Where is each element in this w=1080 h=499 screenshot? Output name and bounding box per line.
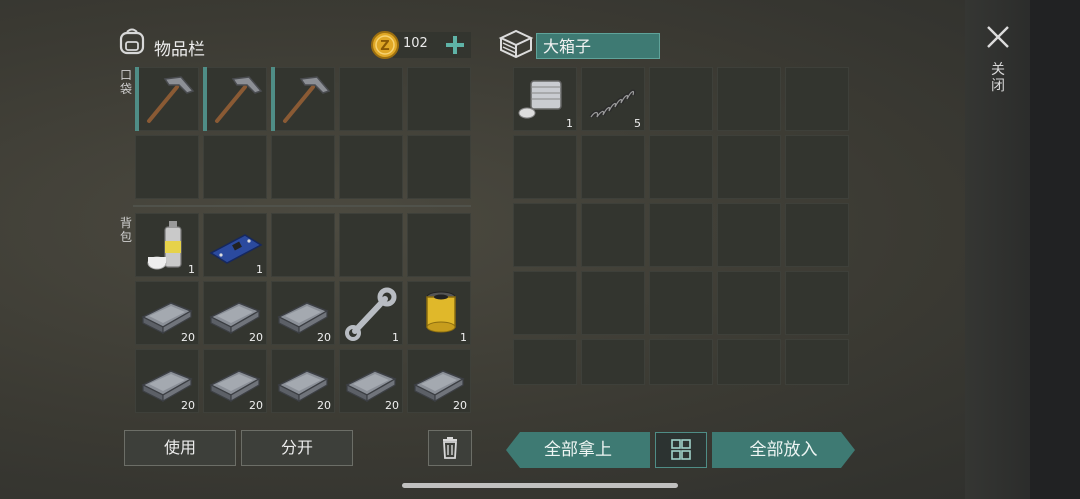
put-all-button[interactable]: 全部放入 [712,432,855,468]
pocket-slot[interactable] [271,135,335,199]
chest-slot[interactable] [513,135,577,199]
svg-text:Z: Z [380,39,389,54]
sort-grid-button[interactable] [655,432,707,468]
chest-name: 大箱子 [536,33,660,59]
chest-slot[interactable] [649,203,713,267]
backpack-slot[interactable]: 20 [135,281,199,345]
chest-icon [498,28,534,60]
item-count: 20 [453,399,467,412]
item-count: 1 [460,331,467,344]
backpack-label: 背包 [119,216,132,244]
item-count: 20 [249,399,263,412]
chest-slot[interactable] [581,271,645,335]
split-button[interactable]: 分开 [241,430,353,466]
item-count: 5 [634,117,641,130]
chest-slot[interactable] [717,67,781,131]
close-label: 关闭 [991,62,1005,94]
add-coins-button[interactable] [444,34,466,56]
backpack-slot[interactable]: 20 [203,281,267,345]
item-count: 20 [249,331,263,344]
item-count: 20 [181,399,195,412]
pocket-slot[interactable] [135,135,199,199]
pocket-slot[interactable] [407,135,471,199]
item-count: 20 [317,331,331,344]
backpack-icon [117,26,147,56]
grid-icon [671,439,691,460]
trash-icon [443,437,457,459]
chest-slot[interactable] [513,271,577,335]
chest-slot[interactable] [649,135,713,199]
chest-slot[interactable] [717,203,781,267]
use-button[interactable]: 使用 [124,430,236,466]
chest-slot[interactable] [785,135,849,199]
backpack-slot[interactable]: 1 [407,281,471,345]
item-count: 1 [392,331,399,344]
take-all-button[interactable]: 全部拿上 [506,432,650,468]
close-icon [987,26,1009,48]
pocket-slot[interactable] [203,135,267,199]
pickaxe-icon [283,76,331,123]
chest-slot[interactable] [785,67,849,131]
trash-button[interactable] [428,430,472,466]
backpack-slot[interactable] [407,213,471,277]
pocket-slot[interactable] [203,67,267,131]
chest-slot[interactable] [717,271,781,335]
pickaxe-icon [215,76,263,123]
backpack-slot[interactable]: 20 [339,349,403,413]
right-strip [1030,0,1080,499]
chest-slot[interactable] [717,135,781,199]
backpack-slot[interactable]: 20 [407,349,471,413]
backpack-slot[interactable]: 1 [203,213,267,277]
backpack-slot[interactable] [271,213,335,277]
item-count: 1 [188,263,195,276]
put-all-label: 全部放入 [749,440,818,460]
close-button[interactable] [985,24,1011,50]
backpack-slot[interactable]: 20 [271,281,335,345]
backpack-slot[interactable]: 20 [135,349,199,413]
chest-slot[interactable] [513,339,577,385]
item-count: 20 [317,399,331,412]
chest-slot[interactable]: 5 [581,67,645,131]
pocket-slot[interactable] [339,67,403,131]
chest-slot[interactable] [581,203,645,267]
backpack-slot[interactable] [339,213,403,277]
pocket-slot[interactable] [135,67,199,131]
section-divider [133,205,471,207]
pocket-label: 口袋 [119,68,132,96]
item-count: 20 [181,331,195,344]
chest-slot[interactable] [581,339,645,385]
pocket-slot[interactable] [407,67,471,131]
coin-icon: Z [370,30,400,60]
take-all-label: 全部拿上 [544,440,612,460]
item-count: 20 [385,399,399,412]
chest-slot[interactable] [581,135,645,199]
chest-slot[interactable] [785,339,849,385]
backpack-slot[interactable]: 20 [271,349,335,413]
pickaxe-icon [147,76,195,123]
chest-slot[interactable] [649,271,713,335]
chest-slot[interactable] [649,339,713,385]
chest-slot[interactable] [649,67,713,131]
chest-slot[interactable] [785,271,849,335]
backpack-slot[interactable]: 20 [203,349,267,413]
chest-slot[interactable] [717,339,781,385]
item-count: 1 [256,263,263,276]
chest-slot[interactable] [785,203,849,267]
chest-slot[interactable] [513,203,577,267]
pocket-slot[interactable] [271,67,335,131]
inventory-title: 物品栏 [154,40,205,60]
pocket-slot[interactable] [339,135,403,199]
home-indicator [402,483,678,488]
backpack-slot[interactable]: 1 [135,213,199,277]
item-count: 1 [566,117,573,130]
coin-count: 102 [403,36,428,51]
chest-slot[interactable]: 1 [513,67,577,131]
backpack-slot[interactable]: 1 [339,281,403,345]
